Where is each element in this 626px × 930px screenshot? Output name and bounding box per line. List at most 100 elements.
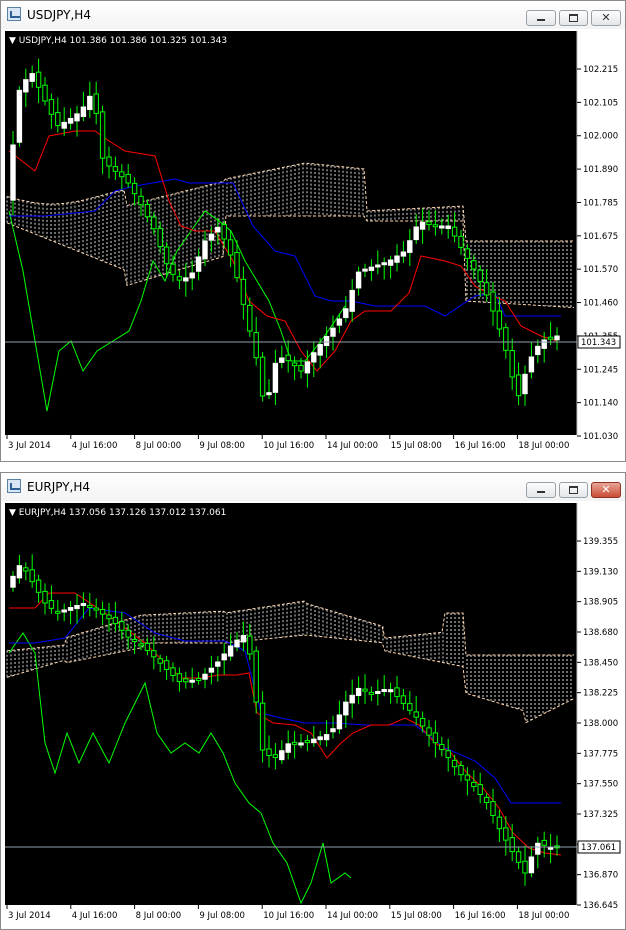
candle-body bbox=[413, 711, 419, 718]
candle-body bbox=[483, 282, 490, 296]
candle-body bbox=[375, 691, 381, 694]
maximize-icon bbox=[569, 486, 578, 494]
chart-window-eurjpy: EURJPY,H4 ✕ ▼ EURJPY,H4 137.056 137.126 … bbox=[0, 472, 626, 930]
candle-body bbox=[298, 742, 304, 746]
candle-body bbox=[119, 621, 125, 631]
candle-body bbox=[144, 642, 151, 651]
candle-body bbox=[163, 660, 170, 671]
candle-body bbox=[317, 736, 323, 741]
candle-body bbox=[432, 732, 439, 744]
candle-body bbox=[483, 796, 490, 804]
price-tick-label: 102.105 bbox=[583, 98, 618, 108]
candle-body bbox=[131, 638, 138, 642]
candle-body bbox=[394, 255, 400, 263]
candle-body bbox=[279, 357, 285, 363]
candle-body bbox=[259, 702, 266, 751]
candle-body bbox=[176, 673, 183, 682]
plot-area bbox=[5, 503, 577, 905]
minimize-button[interactable] bbox=[526, 10, 556, 26]
close-button[interactable]: ✕ bbox=[591, 10, 621, 26]
candle-body bbox=[125, 173, 131, 184]
candle-body bbox=[48, 600, 55, 609]
chart-header-label: ▼ USDJPY,H4 101.386 101.386 101.325 101.… bbox=[9, 36, 227, 46]
candle-body bbox=[176, 276, 183, 281]
candle-body bbox=[234, 639, 240, 648]
price-tick-label: 136.645 bbox=[583, 901, 618, 911]
candle-body bbox=[253, 650, 259, 703]
candle-body bbox=[503, 827, 509, 841]
time-tick-label: 3 Jul 2014 bbox=[8, 911, 51, 921]
price-tick-label: 138.680 bbox=[583, 628, 618, 638]
candle-body bbox=[35, 579, 42, 593]
candle-body bbox=[87, 95, 93, 111]
candle-body bbox=[151, 650, 157, 658]
close-icon: ✕ bbox=[601, 11, 611, 24]
maximize-button[interactable] bbox=[559, 482, 588, 498]
window-titlebar[interactable]: EURJPY,H4 ✕ bbox=[1, 473, 625, 501]
candle-body bbox=[170, 263, 176, 275]
candle-body bbox=[138, 195, 144, 206]
candle-body bbox=[490, 801, 496, 817]
candle-body bbox=[272, 754, 279, 759]
time-tick-label: 9 Jul 08:00 bbox=[199, 911, 245, 921]
candle-body bbox=[272, 362, 279, 393]
candle-body bbox=[387, 259, 394, 266]
candle-body bbox=[55, 610, 61, 614]
price-tick-label: 101.460 bbox=[583, 299, 618, 309]
candle-body bbox=[515, 374, 522, 397]
candle-body bbox=[515, 851, 522, 863]
candle-body bbox=[503, 327, 509, 351]
candle-body bbox=[554, 335, 560, 341]
candle-body bbox=[343, 308, 349, 319]
candle-body bbox=[439, 744, 445, 751]
candle-body bbox=[266, 748, 272, 757]
candle-body bbox=[458, 764, 464, 776]
price-chart[interactable]: ▼ EURJPY,H4 137.056 137.126 137.012 137.… bbox=[5, 503, 623, 929]
candle-body bbox=[304, 361, 311, 374]
candle-body bbox=[445, 225, 451, 230]
maximize-button[interactable] bbox=[559, 10, 588, 26]
close-button[interactable]: ✕ bbox=[591, 482, 621, 498]
candle-body bbox=[67, 117, 74, 124]
candle-body bbox=[67, 607, 74, 611]
candle-body bbox=[381, 262, 387, 266]
candle-body bbox=[227, 239, 234, 256]
candle-body bbox=[144, 204, 151, 218]
time-tick-label: 10 Jul 16:00 bbox=[263, 911, 314, 921]
candle-body bbox=[253, 332, 259, 359]
candle-body bbox=[48, 99, 55, 115]
price-tick-label: 101.570 bbox=[583, 265, 618, 275]
candle-body bbox=[304, 740, 311, 744]
candle-body bbox=[541, 839, 547, 846]
chart-window-icon bbox=[7, 479, 21, 493]
candle-body bbox=[330, 327, 336, 337]
price-tick-label: 101.245 bbox=[583, 365, 618, 375]
candle-body bbox=[221, 653, 227, 661]
candle-body bbox=[311, 352, 317, 363]
time-tick-label: 8 Jul 00:00 bbox=[136, 441, 182, 451]
candle-body bbox=[112, 616, 119, 624]
candle-body bbox=[355, 271, 362, 289]
candle-body bbox=[355, 687, 362, 697]
candle-body bbox=[215, 661, 221, 667]
candle-body bbox=[151, 216, 157, 230]
candle-body bbox=[61, 609, 67, 613]
price-tick-label: 138.225 bbox=[583, 689, 618, 699]
candle-body bbox=[490, 291, 496, 312]
time-tick-label: 3 Jul 2014 bbox=[8, 441, 51, 451]
time-tick-label: 14 Jul 00:00 bbox=[327, 441, 378, 451]
candle-body bbox=[10, 575, 16, 588]
candle-body bbox=[285, 354, 291, 362]
candle-body bbox=[451, 759, 458, 768]
candle-body bbox=[29, 73, 35, 82]
price-tick-label: 102.000 bbox=[583, 132, 618, 142]
candle-body bbox=[99, 608, 106, 615]
price-chart[interactable]: ▼ USDJPY,H4 101.386 101.386 101.325 101.… bbox=[5, 31, 623, 459]
window-titlebar[interactable]: USDJPY,H4 ✕ bbox=[1, 1, 625, 29]
candle-body bbox=[464, 248, 471, 259]
candle-body bbox=[80, 106, 87, 118]
minimize-button[interactable] bbox=[526, 482, 556, 498]
candle-body bbox=[208, 667, 215, 673]
candle-body bbox=[157, 227, 163, 248]
candle-body bbox=[131, 182, 138, 195]
